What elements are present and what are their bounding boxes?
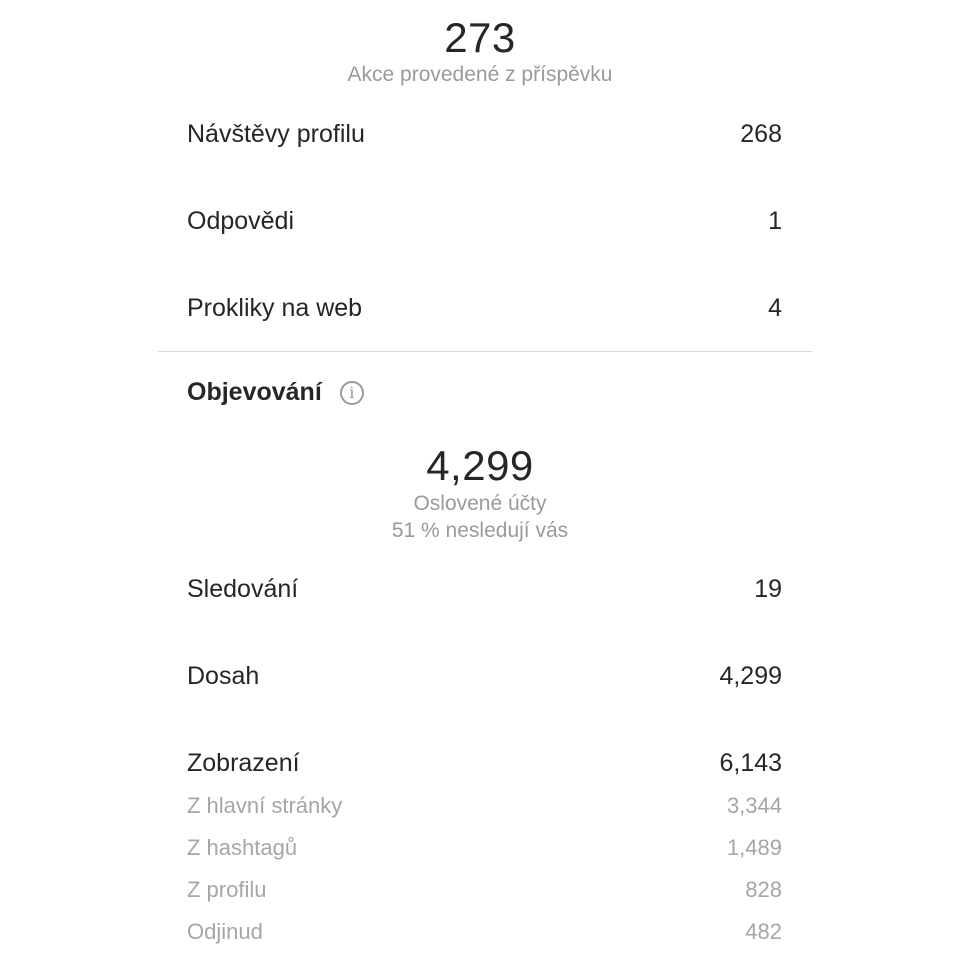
metric-label: Návštěvy profilu [187,119,365,148]
metric-label: Odpovědi [187,206,295,235]
source-value: 828 [745,877,782,902]
metric-row-impressions: Zobrazení 6,143 [187,745,782,781]
metric-value: 268 [740,119,782,148]
source-label: Z profilu [187,877,267,902]
metric-value: 4 [768,293,782,322]
discovery-subcaption: 51 % nesledují vás [391,519,569,542]
impression-source-home: Z hlavní stránky 3,344 [187,791,782,821]
section-divider [158,351,812,352]
metric-label: Sledování [187,574,299,603]
source-value: 1,489 [726,835,782,860]
post-actions-total: 273 [444,14,516,61]
metric-label: Zobrazení [187,748,300,777]
metric-row-follows: Sledování 19 [187,571,782,607]
metric-row-reach: Dosah 4,299 [187,658,782,694]
info-icon[interactable]: i [339,380,364,405]
metric-value: 1 [768,206,782,235]
metric-row-website-clicks: Prokliky na web 4 [187,290,782,326]
source-value: 3,344 [726,793,782,818]
metric-row-profile-visits: Návštěvy profilu 268 [187,116,782,152]
post-actions-caption: Akce provedené z příspěvku [347,63,613,86]
discovery-total: 4,299 [426,442,534,489]
metric-label: Prokliky na web [187,293,363,322]
metric-value: 19 [754,574,782,603]
impression-source-other: Odjinud 482 [187,917,782,947]
source-value: 482 [745,919,782,944]
source-label: Odjinud [187,919,263,944]
impression-source-hashtags: Z hashtagů 1,489 [187,833,782,863]
metric-row-replies: Odpovědi 1 [187,203,782,239]
discovery-header: Objevování i [187,378,364,407]
metric-value: 6,143 [719,748,782,777]
impression-source-profile: Z profilu 828 [187,875,782,905]
source-label: Z hashtagů [187,835,298,860]
discovery-caption: Oslovené účty [413,492,547,515]
metric-label: Dosah [187,661,260,690]
source-label: Z hlavní stránky [187,793,343,818]
section-title: Objevování [187,378,322,406]
metric-value: 4,299 [719,661,782,690]
